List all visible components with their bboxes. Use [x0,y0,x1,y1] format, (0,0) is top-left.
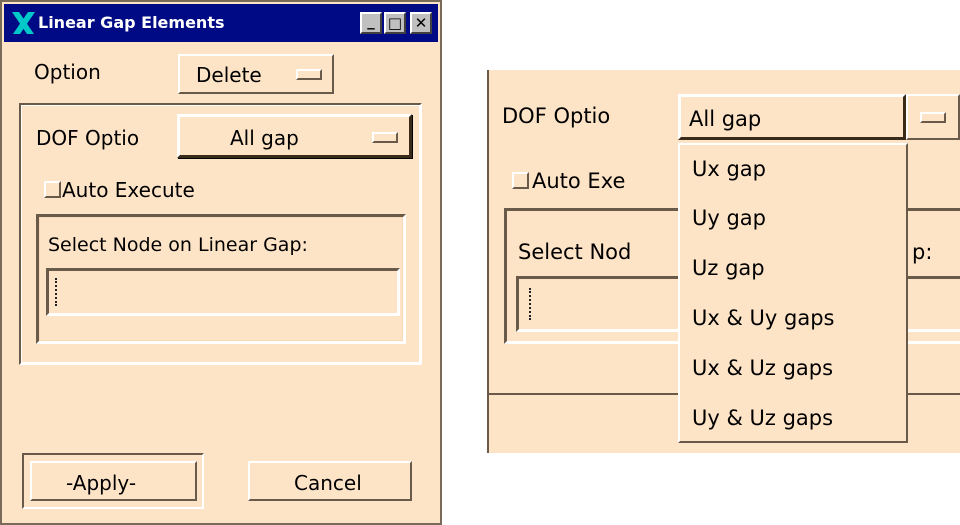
dof-menu-indicator-icon [372,132,398,143]
text-caret [55,278,60,306]
close-button[interactable]: ✕ [410,12,432,34]
dof-option-dropdown-list: Ux gap Uy gap Uz gap Ux & Uy gaps Ux & U… [678,143,908,443]
x-logo-icon [12,12,35,34]
maximize-button[interactable]: □ [384,12,406,34]
dof-option-ux-gap[interactable]: Ux gap [692,157,766,181]
window-title: Linear Gap Elements [38,13,225,32]
dof-option-ux-uz-gaps[interactable]: Ux & Uz gaps [692,356,833,380]
dof-option-uy-gap[interactable]: Uy gap [692,206,766,230]
option-label: Option [34,60,101,84]
dof-option-uz-gap[interactable]: Uz gap [692,256,765,280]
option-menu-button[interactable]: Delete [178,54,334,94]
maximize-icon: □ [387,13,403,32]
apply-label: -Apply- [66,471,137,495]
minimize-button[interactable]: _ [360,12,382,34]
dof-option-menu-button[interactable]: All gap [177,114,412,158]
auto-execute-label: Auto Execute [62,178,195,202]
popup-dof-selected-value[interactable]: All gap [678,94,906,140]
minimize-icon: _ [367,12,375,30]
popup-select-label-left: Select Nod [518,240,632,264]
dof-option-value: All gap [230,126,299,150]
panel-left-edge [487,70,489,453]
select-node-label: Select Node on Linear Gap: [48,234,308,256]
popup-select-label-right: p: [912,240,933,264]
select-node-input[interactable] [46,268,400,316]
auto-execute-checkbox[interactable] [44,181,61,198]
popup-auto-execute-label: Auto Exe [532,169,626,193]
close-icon: ✕ [414,13,428,32]
cancel-button[interactable]: Cancel [248,461,412,501]
option-value: Delete [196,63,262,87]
linear-gap-dialog: Linear Gap Elements _ □ ✕ Option Delete … [0,0,442,525]
option-menu-indicator-icon [296,69,322,80]
popup-dof-indicator-icon [920,112,946,123]
dof-option-ux-uy-gaps[interactable]: Ux & Uy gaps [692,306,834,330]
title-bar[interactable]: Linear Gap Elements _ □ ✕ [4,4,438,42]
dof-option-label: DOF Optio [36,126,140,150]
apply-button[interactable]: -Apply- [30,461,197,501]
popup-dof-selected-text: All gap [689,107,762,131]
dof-option-uy-uz-gaps[interactable]: Uy & Uz gaps [692,406,833,430]
popup-dof-option-label: DOF Optio [502,104,611,128]
popup-text-caret [529,288,534,320]
cancel-label: Cancel [294,471,362,495]
popup-dof-indicator-button[interactable] [906,94,960,140]
popup-auto-execute-checkbox[interactable] [512,172,529,189]
